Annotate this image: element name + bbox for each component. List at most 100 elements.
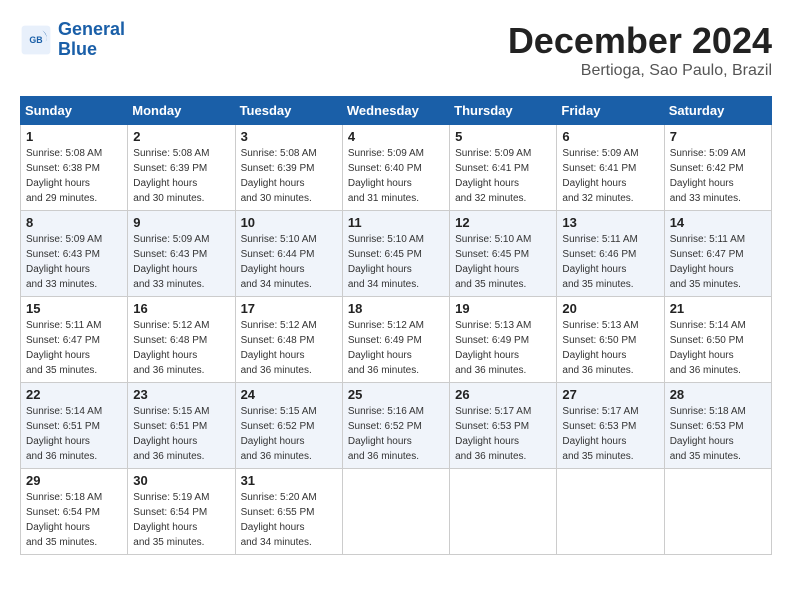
day-number: 9: [133, 215, 229, 230]
cell-info: Sunrise: 5:18 AM Sunset: 6:54 PM Dayligh…: [26, 490, 122, 550]
cell-info: Sunrise: 5:09 AM Sunset: 6:41 PM Dayligh…: [562, 146, 658, 206]
calendar-cell: 26 Sunrise: 5:17 AM Sunset: 6:53 PM Dayl…: [450, 383, 557, 469]
day-number: 13: [562, 215, 658, 230]
day-number: 12: [455, 215, 551, 230]
weekday-header: Thursday: [450, 97, 557, 125]
day-number: 27: [562, 387, 658, 402]
day-number: 8: [26, 215, 122, 230]
weekday-header: Monday: [128, 97, 235, 125]
day-number: 3: [241, 129, 337, 144]
calendar-cell: 16 Sunrise: 5:12 AM Sunset: 6:48 PM Dayl…: [128, 297, 235, 383]
calendar-cell: 10 Sunrise: 5:10 AM Sunset: 6:44 PM Dayl…: [235, 211, 342, 297]
weekday-header: Wednesday: [342, 97, 449, 125]
cell-info: Sunrise: 5:09 AM Sunset: 6:42 PM Dayligh…: [670, 146, 766, 206]
calendar-cell: 27 Sunrise: 5:17 AM Sunset: 6:53 PM Dayl…: [557, 383, 664, 469]
cell-info: Sunrise: 5:09 AM Sunset: 6:40 PM Dayligh…: [348, 146, 444, 206]
calendar-cell: 24 Sunrise: 5:15 AM Sunset: 6:52 PM Dayl…: [235, 383, 342, 469]
calendar-cell: [342, 469, 449, 555]
day-number: 25: [348, 387, 444, 402]
day-number: 24: [241, 387, 337, 402]
day-number: 17: [241, 301, 337, 316]
calendar-cell: 18 Sunrise: 5:12 AM Sunset: 6:49 PM Dayl…: [342, 297, 449, 383]
cell-info: Sunrise: 5:17 AM Sunset: 6:53 PM Dayligh…: [455, 404, 551, 464]
calendar-cell: 8 Sunrise: 5:09 AM Sunset: 6:43 PM Dayli…: [21, 211, 128, 297]
day-number: 1: [26, 129, 122, 144]
cell-info: Sunrise: 5:10 AM Sunset: 6:45 PM Dayligh…: [455, 232, 551, 292]
weekday-header: Saturday: [664, 97, 771, 125]
day-number: 7: [670, 129, 766, 144]
cell-info: Sunrise: 5:18 AM Sunset: 6:53 PM Dayligh…: [670, 404, 766, 464]
cell-info: Sunrise: 5:13 AM Sunset: 6:49 PM Dayligh…: [455, 318, 551, 378]
calendar-cell: 4 Sunrise: 5:09 AM Sunset: 6:40 PM Dayli…: [342, 125, 449, 211]
logo-icon: GB: [20, 24, 52, 56]
weekday-header: Sunday: [21, 97, 128, 125]
day-number: 31: [241, 473, 337, 488]
calendar-cell: 30 Sunrise: 5:19 AM Sunset: 6:54 PM Dayl…: [128, 469, 235, 555]
weekday-header: Tuesday: [235, 97, 342, 125]
day-number: 10: [241, 215, 337, 230]
cell-info: Sunrise: 5:11 AM Sunset: 6:46 PM Dayligh…: [562, 232, 658, 292]
day-number: 19: [455, 301, 551, 316]
day-number: 5: [455, 129, 551, 144]
calendar-cell: 20 Sunrise: 5:13 AM Sunset: 6:50 PM Dayl…: [557, 297, 664, 383]
calendar-week-row: 29 Sunrise: 5:18 AM Sunset: 6:54 PM Dayl…: [21, 469, 772, 555]
day-number: 26: [455, 387, 551, 402]
calendar-cell: 14 Sunrise: 5:11 AM Sunset: 6:47 PM Dayl…: [664, 211, 771, 297]
calendar-table: SundayMondayTuesdayWednesdayThursdayFrid…: [20, 96, 772, 555]
page-header: GB General Blue December 2024 Bertioga, …: [20, 20, 772, 80]
day-number: 23: [133, 387, 229, 402]
weekday-header: Friday: [557, 97, 664, 125]
cell-info: Sunrise: 5:09 AM Sunset: 6:41 PM Dayligh…: [455, 146, 551, 206]
day-number: 29: [26, 473, 122, 488]
weekday-header-row: SundayMondayTuesdayWednesdayThursdayFrid…: [21, 97, 772, 125]
calendar-cell: 3 Sunrise: 5:08 AM Sunset: 6:39 PM Dayli…: [235, 125, 342, 211]
cell-info: Sunrise: 5:09 AM Sunset: 6:43 PM Dayligh…: [133, 232, 229, 292]
cell-info: Sunrise: 5:09 AM Sunset: 6:43 PM Dayligh…: [26, 232, 122, 292]
calendar-cell: 11 Sunrise: 5:10 AM Sunset: 6:45 PM Dayl…: [342, 211, 449, 297]
cell-info: Sunrise: 5:17 AM Sunset: 6:53 PM Dayligh…: [562, 404, 658, 464]
calendar-cell: [557, 469, 664, 555]
calendar-cell: 15 Sunrise: 5:11 AM Sunset: 6:47 PM Dayl…: [21, 297, 128, 383]
calendar-cell: 31 Sunrise: 5:20 AM Sunset: 6:55 PM Dayl…: [235, 469, 342, 555]
day-number: 22: [26, 387, 122, 402]
cell-info: Sunrise: 5:08 AM Sunset: 6:38 PM Dayligh…: [26, 146, 122, 206]
calendar-cell: 23 Sunrise: 5:15 AM Sunset: 6:51 PM Dayl…: [128, 383, 235, 469]
day-number: 15: [26, 301, 122, 316]
cell-info: Sunrise: 5:14 AM Sunset: 6:50 PM Dayligh…: [670, 318, 766, 378]
cell-info: Sunrise: 5:16 AM Sunset: 6:52 PM Dayligh…: [348, 404, 444, 464]
calendar-cell: 7 Sunrise: 5:09 AM Sunset: 6:42 PM Dayli…: [664, 125, 771, 211]
calendar-cell: 29 Sunrise: 5:18 AM Sunset: 6:54 PM Dayl…: [21, 469, 128, 555]
title-block: December 2024 Bertioga, Sao Paulo, Brazi…: [508, 20, 772, 80]
cell-info: Sunrise: 5:10 AM Sunset: 6:45 PM Dayligh…: [348, 232, 444, 292]
cell-info: Sunrise: 5:14 AM Sunset: 6:51 PM Dayligh…: [26, 404, 122, 464]
cell-info: Sunrise: 5:20 AM Sunset: 6:55 PM Dayligh…: [241, 490, 337, 550]
cell-info: Sunrise: 5:12 AM Sunset: 6:49 PM Dayligh…: [348, 318, 444, 378]
day-number: 16: [133, 301, 229, 316]
logo-general: General: [58, 19, 125, 39]
cell-info: Sunrise: 5:15 AM Sunset: 6:52 PM Dayligh…: [241, 404, 337, 464]
cell-info: Sunrise: 5:19 AM Sunset: 6:54 PM Dayligh…: [133, 490, 229, 550]
calendar-cell: 9 Sunrise: 5:09 AM Sunset: 6:43 PM Dayli…: [128, 211, 235, 297]
day-number: 28: [670, 387, 766, 402]
calendar-cell: 19 Sunrise: 5:13 AM Sunset: 6:49 PM Dayl…: [450, 297, 557, 383]
logo: GB General Blue: [20, 20, 125, 60]
cell-info: Sunrise: 5:08 AM Sunset: 6:39 PM Dayligh…: [241, 146, 337, 206]
calendar-week-row: 8 Sunrise: 5:09 AM Sunset: 6:43 PM Dayli…: [21, 211, 772, 297]
cell-info: Sunrise: 5:12 AM Sunset: 6:48 PM Dayligh…: [241, 318, 337, 378]
cell-info: Sunrise: 5:10 AM Sunset: 6:44 PM Dayligh…: [241, 232, 337, 292]
day-number: 21: [670, 301, 766, 316]
month-title: December 2024: [508, 20, 772, 62]
calendar-cell: [664, 469, 771, 555]
calendar-cell: 28 Sunrise: 5:18 AM Sunset: 6:53 PM Dayl…: [664, 383, 771, 469]
day-number: 6: [562, 129, 658, 144]
calendar-cell: 25 Sunrise: 5:16 AM Sunset: 6:52 PM Dayl…: [342, 383, 449, 469]
cell-info: Sunrise: 5:08 AM Sunset: 6:39 PM Dayligh…: [133, 146, 229, 206]
logo-blue: Blue: [58, 39, 97, 59]
calendar-cell: 2 Sunrise: 5:08 AM Sunset: 6:39 PM Dayli…: [128, 125, 235, 211]
day-number: 11: [348, 215, 444, 230]
cell-info: Sunrise: 5:11 AM Sunset: 6:47 PM Dayligh…: [26, 318, 122, 378]
calendar-cell: 1 Sunrise: 5:08 AM Sunset: 6:38 PM Dayli…: [21, 125, 128, 211]
calendar-cell: 6 Sunrise: 5:09 AM Sunset: 6:41 PM Dayli…: [557, 125, 664, 211]
cell-info: Sunrise: 5:13 AM Sunset: 6:50 PM Dayligh…: [562, 318, 658, 378]
calendar-cell: 22 Sunrise: 5:14 AM Sunset: 6:51 PM Dayl…: [21, 383, 128, 469]
